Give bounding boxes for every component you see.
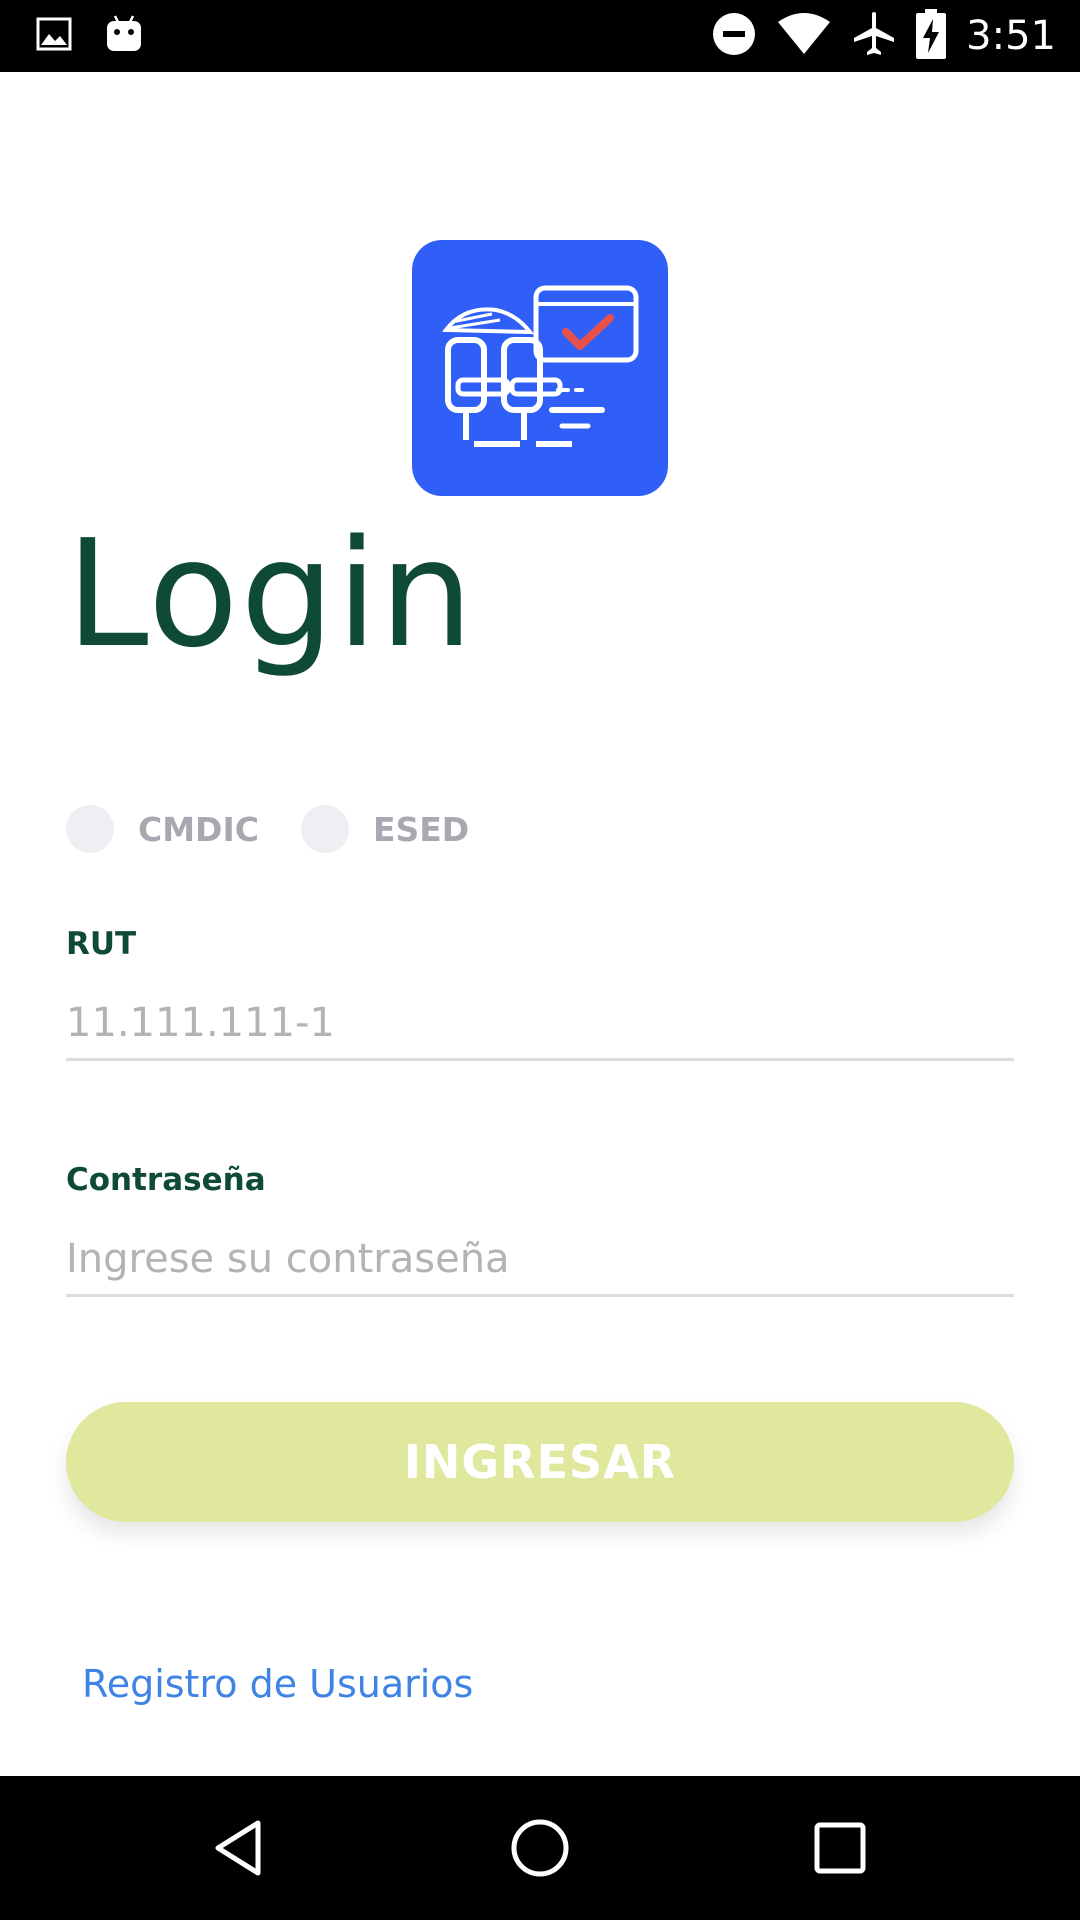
home-button[interactable] — [490, 1798, 590, 1898]
battery-charging-icon — [916, 9, 947, 63]
login-button[interactable]: INGRESAR — [66, 1402, 1014, 1522]
status-notifications — [36, 14, 142, 58]
radio-button-esed[interactable] — [300, 805, 349, 853]
navigation-bar — [0, 1776, 1080, 1920]
app-logo — [412, 240, 668, 496]
company-radio-group: CMDIC ESED — [66, 804, 511, 854]
password-input[interactable] — [66, 1224, 1014, 1297]
airplane-icon — [852, 11, 896, 61]
register-link[interactable]: Registro de Usuarios — [82, 1662, 473, 1706]
recents-button[interactable] — [790, 1798, 890, 1898]
recents-icon — [814, 1822, 866, 1874]
rut-input[interactable] — [66, 988, 1014, 1061]
do-not-disturb-icon — [712, 12, 756, 60]
radio-label-cmdic: CMDIC — [138, 809, 259, 849]
home-icon — [511, 1819, 569, 1877]
wifi-icon — [776, 12, 832, 60]
radio-button-cmdic[interactable] — [66, 805, 114, 853]
back-button[interactable] — [190, 1798, 290, 1898]
radio-option-cmdic[interactable]: CMDIC — [66, 805, 259, 853]
radio-option-esed[interactable]: ESED — [300, 805, 470, 853]
android-icon — [106, 14, 142, 58]
status-system: 3:51 — [712, 9, 1056, 63]
page-title: Login — [66, 508, 476, 680]
status-time: 3:51 — [966, 13, 1056, 59]
rut-label: RUT — [66, 926, 137, 962]
radio-label-esed: ESED — [372, 809, 470, 849]
status-bar: 3:51 — [0, 0, 1080, 72]
image-icon — [36, 17, 72, 55]
back-icon — [215, 1820, 261, 1876]
password-label: Contraseña — [66, 1162, 266, 1198]
seat-booking-logo — [442, 285, 639, 447]
